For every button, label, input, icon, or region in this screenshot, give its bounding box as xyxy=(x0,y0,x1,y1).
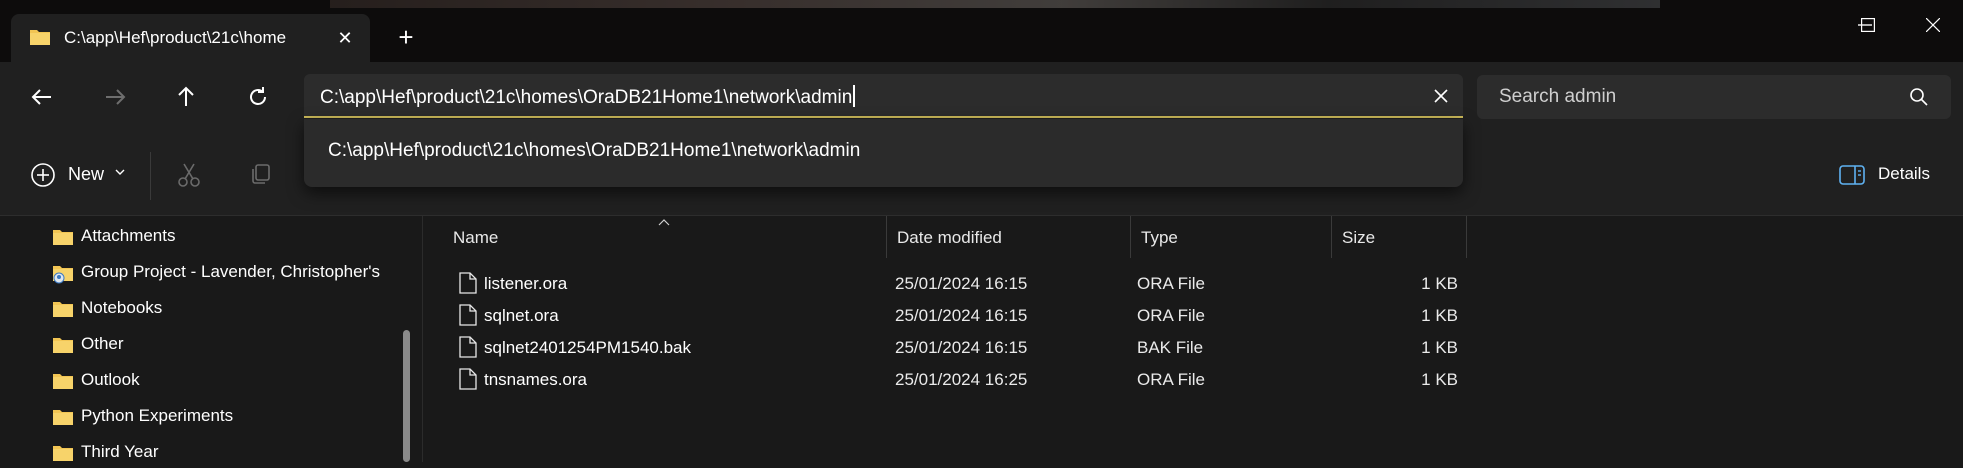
folder-icon xyxy=(53,374,73,389)
column-header-label: Name xyxy=(453,228,499,247)
clear-address-button[interactable] xyxy=(1429,84,1453,108)
address-text: C:\app\Hef\product\21c\homes\OraDB21Home… xyxy=(320,87,853,108)
file-name: sqlnet2401254PM1540.bak xyxy=(484,338,691,357)
sidebar-item-label: Notebooks xyxy=(81,298,163,317)
details-label: Details xyxy=(1878,164,1930,183)
file-icon xyxy=(459,336,477,358)
file-type: ORA File xyxy=(1137,274,1206,293)
folder-icon xyxy=(53,302,73,317)
address-suggestions: C:\app\Hef\product\21c\homes\OraDB21Home… xyxy=(304,119,1463,187)
text-caret xyxy=(853,85,856,107)
file-icon xyxy=(459,272,477,294)
sort-ascending-icon xyxy=(658,219,670,226)
file-icon xyxy=(459,368,477,390)
file-type: BAK File xyxy=(1137,338,1204,357)
tab-title: C:\app\Hef\product\21c\home xyxy=(64,28,287,47)
scissors-icon xyxy=(178,163,200,187)
sidebar-item-label: Attachments xyxy=(81,226,176,245)
address-input[interactable]: C:\app\Hef\product\21c\homes\OraDB21Home… xyxy=(320,85,856,109)
tab-current[interactable]: C:\app\Hef\product\21c\home ✕ xyxy=(11,14,370,62)
new-label: New xyxy=(68,164,105,184)
file-row[interactable]: sqlnet.ora 25/01/2024 16:15 ORA File 1 K… xyxy=(443,301,1463,331)
close-tab-icon[interactable]: ✕ xyxy=(333,26,357,50)
sidebar-item-label: Group Project - Lavender, Christopher's xyxy=(81,262,381,281)
shared-folder-icon xyxy=(53,266,73,284)
sidebar-scrollbar[interactable] xyxy=(403,330,410,462)
folder-icon xyxy=(53,230,73,245)
file-date: 25/01/2024 16:15 xyxy=(895,306,1028,325)
folder-icon xyxy=(53,446,73,461)
close-icon xyxy=(1434,89,1448,103)
search-box[interactable]: Search admin xyxy=(1477,75,1951,119)
column-header-label: Date modified xyxy=(897,228,1002,247)
file-date: 25/01/2024 16:15 xyxy=(895,274,1028,293)
sidebar-item-label: Other xyxy=(81,334,124,353)
cut-button[interactable] xyxy=(176,162,202,193)
title-bar: C:\app\Hef\product\21c\home ✕ + xyxy=(0,0,1963,62)
column-header-label: Size xyxy=(1342,228,1376,247)
sidebar-item-label: Third Year xyxy=(81,442,159,461)
column-header-label: Type xyxy=(1141,228,1178,247)
maximize-button[interactable] xyxy=(1838,10,1898,40)
search-icon[interactable] xyxy=(1909,87,1929,112)
divider xyxy=(150,152,151,200)
file-size: 1 KB xyxy=(1421,370,1458,389)
up-button[interactable] xyxy=(169,80,203,114)
copy-button[interactable] xyxy=(249,162,273,191)
folder-icon xyxy=(53,338,73,353)
new-tab-button[interactable]: + xyxy=(393,24,419,50)
pane-divider[interactable] xyxy=(422,216,423,462)
column-header-date[interactable]: Date modified xyxy=(887,216,1131,258)
file-row[interactable]: sqlnet2401254PM1540.bak 25/01/2024 16:15… xyxy=(443,333,1463,363)
sidebar-item-label: Python Experiments xyxy=(81,406,234,425)
sidebar-item-label: Outlook xyxy=(81,370,140,389)
maximize-icon xyxy=(1861,18,1875,32)
column-header-type[interactable]: Type xyxy=(1131,216,1332,258)
copy-icon xyxy=(252,164,270,184)
close-icon xyxy=(1926,18,1940,32)
desktop-background-strip xyxy=(330,0,1660,8)
back-button[interactable] xyxy=(25,80,59,114)
file-name: tnsnames.ora xyxy=(484,370,587,389)
arrow-up-icon xyxy=(178,86,194,106)
arrow-right-icon xyxy=(106,89,126,105)
file-row[interactable]: listener.ora 25/01/2024 16:15 ORA File 1… xyxy=(443,269,1463,299)
file-size: 1 KB xyxy=(1421,338,1458,357)
file-type: ORA File xyxy=(1137,370,1206,389)
navigation-pane: Attachments Group Project - Lavender, Ch… xyxy=(0,216,420,462)
column-header-size[interactable]: Size xyxy=(1332,216,1467,258)
arrow-left-icon xyxy=(31,89,51,105)
forward-button[interactable] xyxy=(98,80,132,114)
address-bar[interactable]: C:\app\Hef\product\21c\homes\OraDB21Home… xyxy=(304,74,1463,118)
file-date: 25/01/2024 16:25 xyxy=(895,370,1028,389)
folder-icon xyxy=(29,28,51,51)
close-window-button[interactable] xyxy=(1903,10,1963,40)
file-icon xyxy=(459,304,477,326)
file-size: 1 KB xyxy=(1421,306,1458,325)
plus-circle-icon xyxy=(31,163,55,187)
file-name: listener.ora xyxy=(484,274,568,293)
search-placeholder: Search admin xyxy=(1499,86,1617,107)
file-row[interactable]: tnsnames.ora 25/01/2024 16:25 ORA File 1… xyxy=(443,365,1463,395)
suggestion-item[interactable]: C:\app\Hef\product\21c\homes\OraDB21Home… xyxy=(328,140,860,162)
folder-icon xyxy=(53,410,73,425)
refresh-button[interactable] xyxy=(241,80,275,114)
details-pane-icon xyxy=(1839,165,1865,185)
chevron-down-icon xyxy=(115,169,125,175)
file-type: ORA File xyxy=(1137,306,1206,325)
file-date: 25/01/2024 16:15 xyxy=(895,338,1028,357)
file-name: sqlnet.ora xyxy=(484,306,559,325)
file-size: 1 KB xyxy=(1421,274,1458,293)
refresh-icon xyxy=(250,87,266,105)
